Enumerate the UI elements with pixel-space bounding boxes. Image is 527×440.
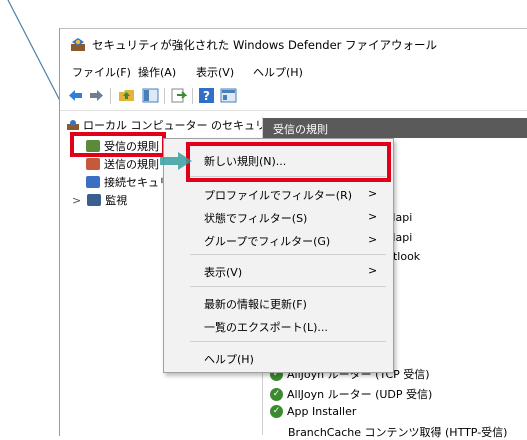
outbound-rules-icon [86,158,100,170]
folder-up-icon[interactable] [118,87,135,104]
firewall-app-icon [71,38,85,51]
tree-root-label: ローカル コンピューター のセキュリティ [83,119,288,132]
properties-icon[interactable] [220,87,237,104]
menu-item-help[interactable]: ヘルプ(H) [204,351,254,367]
rule-name: BranchCache コンテンツ取得 (HTTP-受信) [288,426,508,439]
highlight-box-new-rule [186,142,391,182]
menu-item-export-list[interactable]: 一覧のエクスポート(L)... [204,319,328,335]
highlight-box-inbound-rules [70,132,166,157]
menu-file[interactable]: ファイル(F) [72,64,131,80]
menu-separator [190,254,386,255]
toolbar-separator [164,88,165,104]
forward-icon[interactable] [88,87,105,104]
enabled-check-icon: ✓ [270,405,283,418]
firewall-root-icon [67,120,79,130]
enabled-check-icon: ✓ [270,387,283,401]
pane-header: 受信の規則 [263,118,527,138]
tree-item-connection-security[interactable]: 接続セキュリ [86,174,170,190]
toolbar-separator [192,88,193,104]
chevron-right-icon: > [368,210,378,223]
help-icon[interactable]: ? [198,87,215,104]
menu-separator [190,286,386,287]
tree-item-label: 送信の規則 [104,158,159,171]
pointer-arrow-icon [160,152,192,170]
rule-name: AllJoyn ルーター (UDP 受信) [287,388,433,401]
toolbar-separator [110,88,111,104]
menu-item-filter-state[interactable]: 状態でフィルター(S) [204,210,307,226]
connection-security-icon [86,176,100,188]
chevron-right-icon: > [368,264,378,277]
chevron-right-icon: > [368,233,378,246]
tree-item-label: 接続セキュリ [104,176,170,189]
tree-item-monitor[interactable]: > 監視 [72,192,127,208]
tree-root[interactable]: ローカル コンピューター のセキュリティ [66,117,287,133]
menu-action[interactable]: 操作(A) [138,64,176,80]
tree-item-label: 監視 [105,194,128,207]
table-row[interactable]: ✓ AllJoyn ルーター (UDP 受信) [270,386,432,402]
window-title: セキュリティが強化された Windows Defender ファイアウォール [92,38,438,52]
show-hide-tree-icon[interactable] [142,87,159,104]
back-icon[interactable] [67,87,84,104]
menu-view[interactable]: 表示(V) [196,64,234,80]
export-icon[interactable] [170,87,187,104]
menu-item-filter-profile[interactable]: プロファイルでフィルター(R) [204,187,352,203]
rule-name: App Installer [287,405,357,418]
menu-item-refresh[interactable]: 最新の情報に更新(F) [204,296,307,312]
chevron-right-icon: > [368,187,378,200]
table-row[interactable]: ✓ App Installer [270,405,356,418]
menu-separator [190,341,386,342]
menu-help[interactable]: ヘルプ(H) [253,64,303,80]
pane-header-title: 受信の規則 [273,123,328,136]
menu-item-view[interactable]: 表示(V) [204,264,242,280]
menu-item-filter-group[interactable]: グループでフィルター(G) [204,233,330,249]
monitor-icon [87,194,102,206]
table-row[interactable]: BranchCache コンテンツ取得 (HTTP-受信) [288,424,507,440]
tree-item-outbound-rules[interactable]: 送信の規則 [86,156,159,172]
chevron-right-icon[interactable]: > [72,194,81,207]
svg-text:?: ? [203,89,210,103]
